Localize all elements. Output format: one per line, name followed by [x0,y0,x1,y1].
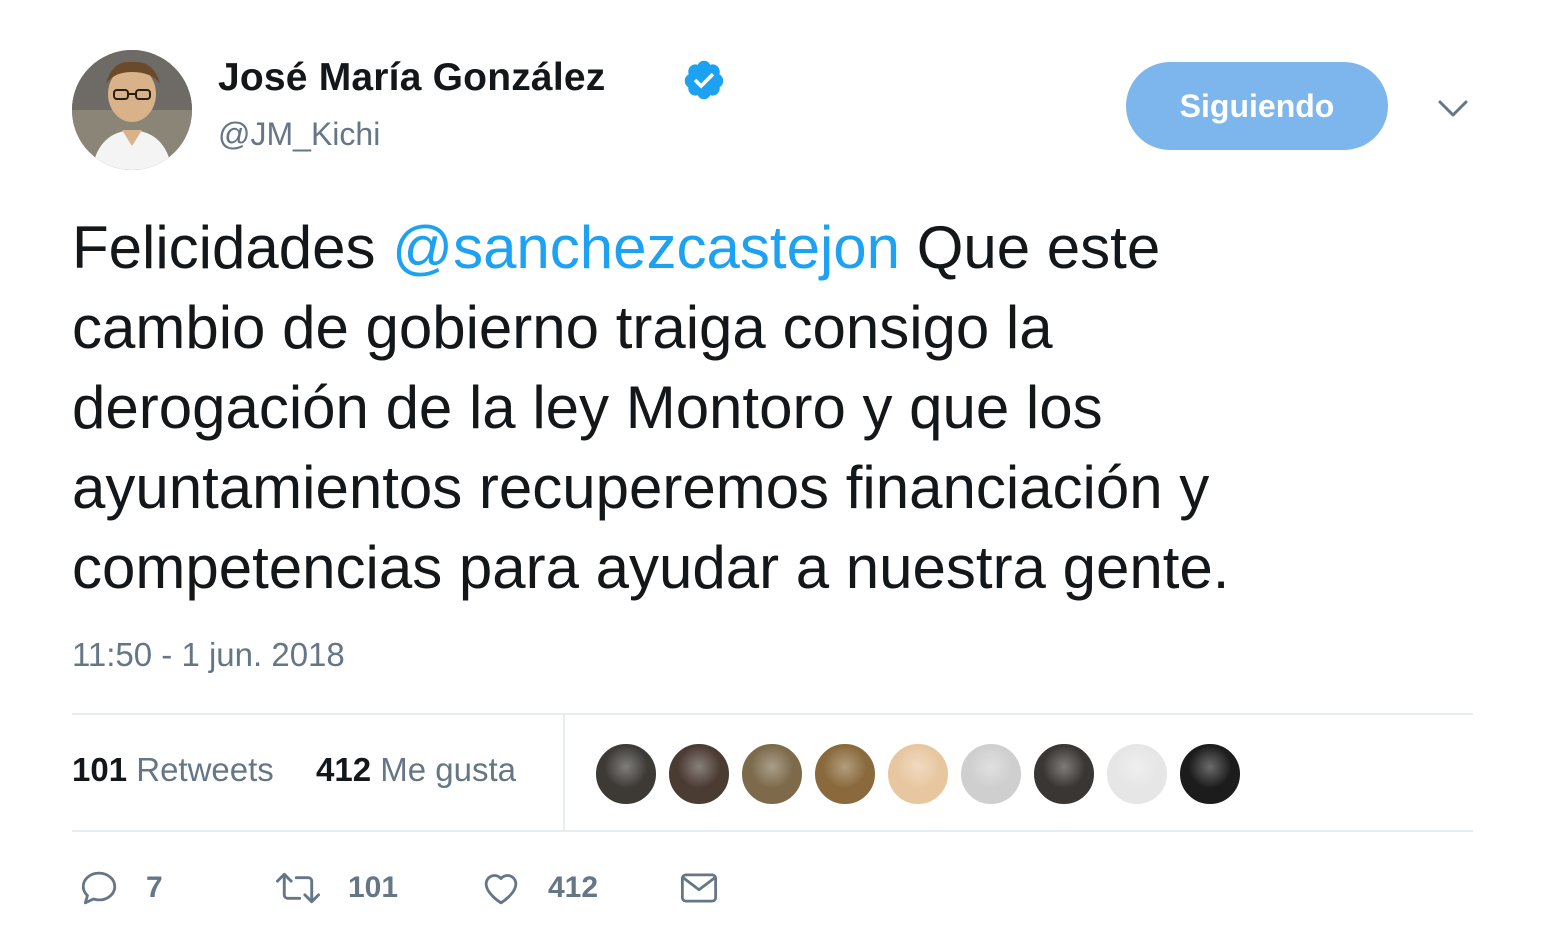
envelope-icon [680,873,718,903]
reply-button[interactable]: 7 [78,866,163,910]
liker-avatar-1[interactable] [594,742,658,806]
mention-link[interactable]: @sanchezcastejon [392,214,900,281]
liker-avatar-4[interactable] [813,742,877,806]
liker-avatar-5[interactable] [886,742,950,806]
liker-avatar-7[interactable] [1032,742,1096,806]
like-button[interactable]: 412 [480,866,598,910]
liker-avatar-3[interactable] [740,742,804,806]
tweet-text-segment: Felicidades [72,214,393,281]
direct-message-button[interactable] [678,866,720,910]
author-name[interactable]: José María González [218,56,605,100]
liker-avatar-8[interactable] [1105,742,1169,806]
likes-label: Me gusta [380,751,516,788]
verified-badge-icon [684,60,724,100]
chevron-down-icon[interactable] [1436,94,1470,122]
stats-divider-vertical [563,715,565,830]
tweet-text: Felicidades @sanchezcastejon Que este ca… [72,208,1492,608]
author-avatar[interactable] [72,50,192,170]
reply-icon [81,871,117,905]
heart-icon [484,874,518,905]
liker-avatar-2[interactable] [667,742,731,806]
retweet-button[interactable]: 101 [274,866,398,910]
retweet-icon [275,872,321,904]
liker-avatar-6[interactable] [959,742,1023,806]
likes-stat[interactable]: 412 Me gusta [316,751,516,789]
stats-divider-bottom [72,830,1473,832]
retweets-label: Retweets [136,751,274,788]
reply-count: 7 [146,871,163,904]
retweet-count: 101 [348,871,399,904]
likes-count: 412 [316,751,372,788]
tweet-text-line-5: competencias para ayudar a nuestra gente… [72,534,1230,601]
like-count: 412 [548,871,599,904]
tweet-timestamp[interactable]: 11:50 - 1 jun. 2018 [72,636,345,674]
following-button[interactable]: Siguiendo [1126,62,1388,150]
tweet-text-segment: Que este [900,214,1161,281]
stats-divider-top [72,713,1473,715]
author-handle[interactable]: @JM_Kichi [218,116,380,153]
liker-avatar-9[interactable] [1178,742,1242,806]
tweet-actions: 7 101 412 [0,866,1542,910]
retweets-count: 101 [72,751,128,788]
tweet-text-line-4: ayuntamientos recuperemos financiación y [72,454,1210,521]
tweet-text-line-1: Felicidades @sanchezcastejon Que este [72,208,1492,288]
retweets-stat[interactable]: 101 Retweets [72,751,274,789]
tweet-text-line-3: derogación de la ley Montoro y que los [72,374,1103,441]
tweet-text-line-2: cambio de gobierno traiga consigo la [72,294,1053,361]
